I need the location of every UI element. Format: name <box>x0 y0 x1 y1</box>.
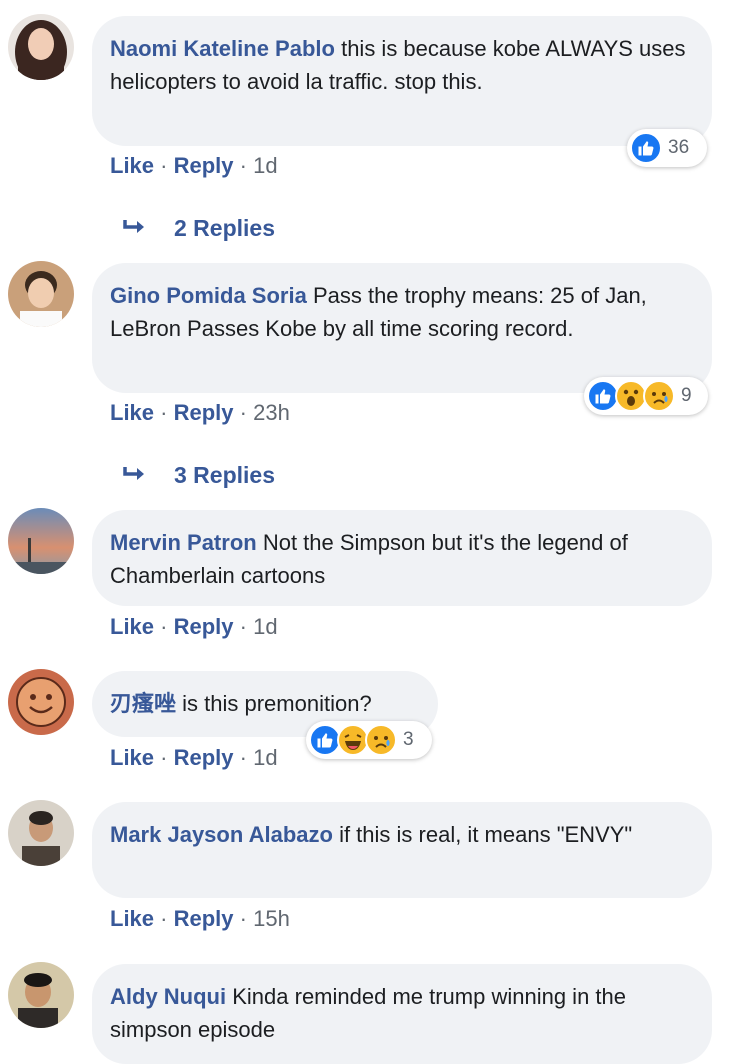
replies-count-label: 2 Replies <box>174 215 275 241</box>
reaction-count: 36 <box>668 137 690 158</box>
view-replies-link[interactable]: 2 Replies <box>122 214 275 242</box>
timestamp[interactable]: 1d <box>253 745 277 770</box>
avatar-photo <box>8 669 74 735</box>
comment-author[interactable]: 刃瘙唑 <box>110 691 176 716</box>
separator: · <box>160 614 168 639</box>
comment-actions: Like · Reply · 1d <box>110 744 278 772</box>
comment-text: if this is real, it means "ENVY" <box>339 822 633 847</box>
comment-text: is this premonition? <box>182 691 372 716</box>
avatar[interactable] <box>8 261 74 327</box>
like-link[interactable]: Like <box>110 614 154 639</box>
reply-link[interactable]: Reply <box>174 745 234 770</box>
reaction-count: 3 <box>403 729 414 750</box>
avatar[interactable] <box>8 962 74 1028</box>
separator: · <box>160 745 168 770</box>
comment-author[interactable]: Mark Jayson Alabazo <box>110 822 333 847</box>
timestamp[interactable]: 15h <box>253 906 290 931</box>
reply-link[interactable]: Reply <box>174 153 234 178</box>
comment-bubble: Mervin Patron Not the Simpson but it's t… <box>92 510 712 606</box>
comment-actions: Like · Reply · 1d <box>110 152 278 180</box>
avatar[interactable] <box>8 800 74 866</box>
separator: · <box>160 906 168 931</box>
comment-bubble: Mark Jayson Alabazo if this is real, it … <box>92 802 712 898</box>
like-reaction-icon <box>630 132 662 164</box>
separator: · <box>239 614 247 639</box>
reaction-count: 9 <box>681 385 692 406</box>
reply-arrow-icon <box>122 214 174 242</box>
reply-link[interactable]: Reply <box>174 614 234 639</box>
reaction-summary[interactable]: 36 <box>627 129 707 167</box>
timestamp[interactable]: 1d <box>253 614 277 639</box>
avatar-photo <box>8 508 74 574</box>
comment-author[interactable]: Gino Pomida Soria <box>110 283 307 308</box>
reply-link[interactable]: Reply <box>174 400 234 425</box>
avatar-photo <box>8 14 74 80</box>
view-replies-link[interactable]: 3 Replies <box>122 461 275 489</box>
like-link[interactable]: Like <box>110 153 154 178</box>
sad-reaction-icon <box>365 724 397 756</box>
comment-author[interactable]: Naomi Kateline Pablo <box>110 36 335 61</box>
sad-reaction-icon <box>643 380 675 412</box>
like-link[interactable]: Like <box>110 906 154 931</box>
like-link[interactable]: Like <box>110 400 154 425</box>
reply-arrow-icon <box>122 461 174 489</box>
reply-link[interactable]: Reply <box>174 906 234 931</box>
reaction-summary[interactable]: 3 <box>306 721 432 759</box>
avatar[interactable] <box>8 669 74 735</box>
avatar-photo <box>8 800 74 866</box>
separator: · <box>239 400 247 425</box>
timestamp[interactable]: 23h <box>253 400 290 425</box>
separator: · <box>239 906 247 931</box>
reaction-summary[interactable]: 9 <box>584 377 708 415</box>
avatar-photo <box>8 261 74 327</box>
comment-author[interactable]: Aldy Nuqui <box>110 984 226 1009</box>
avatar[interactable] <box>8 508 74 574</box>
comment-bubble: Naomi Kateline Pablo this is because kob… <box>92 16 712 146</box>
comment-actions: Like · Reply · 23h <box>110 399 290 427</box>
timestamp[interactable]: 1d <box>253 153 277 178</box>
separator: · <box>160 400 168 425</box>
separator: · <box>239 745 247 770</box>
separator: · <box>239 153 247 178</box>
comment-author[interactable]: Mervin Patron <box>110 530 257 555</box>
comment-actions: Like · Reply · 1d <box>110 613 278 641</box>
comment-bubble: Gino Pomida Soria Pass the trophy means:… <box>92 263 712 393</box>
comment-actions: Like · Reply · 15h <box>110 905 290 933</box>
avatar[interactable] <box>8 14 74 80</box>
separator: · <box>160 153 168 178</box>
comment-bubble: Aldy Nuqui Kinda reminded me trump winni… <box>92 964 712 1064</box>
replies-count-label: 3 Replies <box>174 462 275 488</box>
avatar-photo <box>8 962 74 1028</box>
like-link[interactable]: Like <box>110 745 154 770</box>
